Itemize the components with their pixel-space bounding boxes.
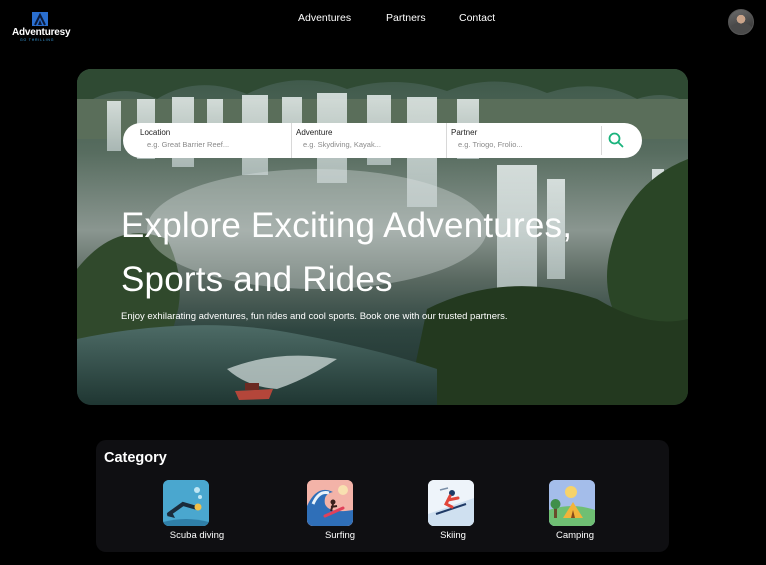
site-header: Adventuresy GO THRILLING Adventures Part… (0, 0, 766, 48)
category-item-scuba-diving[interactable]: Scuba diving (152, 480, 242, 544)
partner-field: Partner (447, 123, 601, 158)
category-title: Category (104, 450, 167, 466)
brand-name: Adventuresy (12, 27, 71, 38)
brand-tagline: GO THRILLING (20, 38, 55, 42)
camping-icon (549, 480, 595, 526)
location-label: Location (140, 128, 171, 137)
user-avatar[interactable] (728, 9, 754, 35)
partner-input[interactable] (458, 140, 588, 149)
category-item-camping[interactable]: Camping (530, 480, 620, 544)
search-bar: Location Adventure Partner (123, 123, 642, 158)
location-field: Location (123, 123, 291, 158)
main-nav: Adventures Partners Contact (0, 12, 766, 28)
category-label: Skiing (440, 530, 466, 541)
hero-banner: Explore Exciting Adventures, Sports and … (77, 69, 688, 405)
nav-item-partners[interactable]: Partners (386, 12, 426, 24)
category-label: Surfing (324, 530, 356, 541)
adventure-input[interactable] (303, 140, 433, 149)
location-input[interactable] (147, 140, 277, 149)
nav-item-adventures[interactable]: Adventures (298, 12, 351, 24)
category-label: Scuba diving (169, 530, 225, 541)
skiing-icon (428, 480, 474, 526)
adventure-label: Adventure (296, 128, 333, 137)
adventure-field: Adventure (292, 123, 446, 158)
surfing-icon (307, 480, 353, 526)
search-icon (608, 132, 624, 148)
search-button[interactable] (601, 126, 637, 155)
hero-subtitle: Enjoy exhilarating adventures, fun rides… (121, 311, 508, 322)
category-label: Camping (555, 530, 595, 541)
partner-label: Partner (451, 128, 478, 137)
category-item-surfing[interactable]: Surfing (295, 480, 385, 544)
scuba-diving-icon (163, 480, 209, 526)
hero-title: Explore Exciting Adventures, Sports and … (121, 206, 573, 299)
category-section: Category Scuba diving Surfing Skiing Cam… (96, 440, 669, 552)
nav-item-contact[interactable]: Contact (459, 12, 495, 24)
category-item-skiing[interactable]: Skiing (402, 480, 492, 544)
